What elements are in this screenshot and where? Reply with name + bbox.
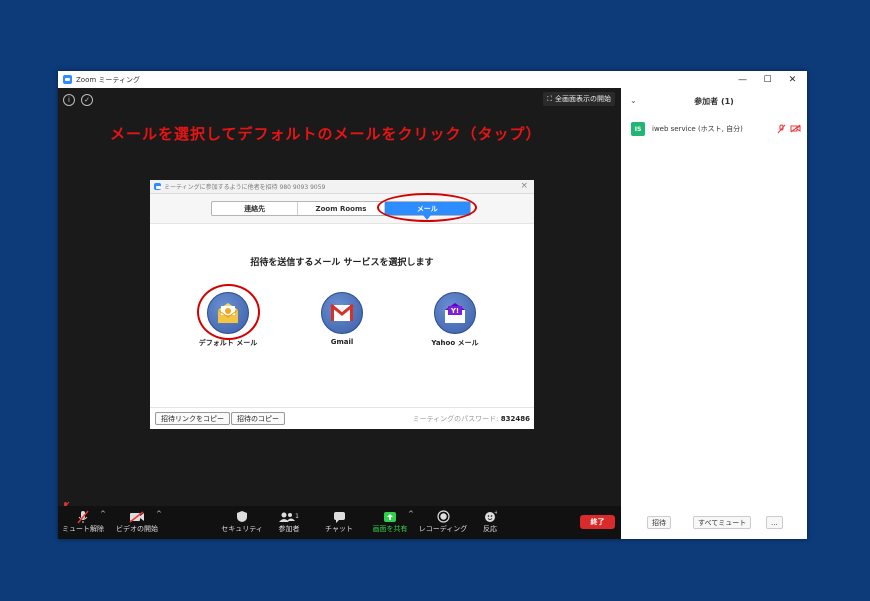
start-video-label: ビデオの開始 [116, 525, 158, 533]
audio-options-chevron-icon[interactable]: ^ [100, 510, 106, 518]
dialog-close-icon[interactable]: × [520, 181, 528, 191]
service-prompt: 招待を送信するメール サービスを選択します [250, 258, 434, 268]
participants-header: 参加者 (1) [694, 96, 734, 106]
participant-name: iweb service (ホスト, 自分) [652, 125, 743, 133]
record-button[interactable]: レコーディング [418, 509, 468, 537]
instruction-annotation: メールを選択してデフォルトのメールをクリック（タップ） [110, 125, 542, 143]
chat-button[interactable]: チャット [324, 509, 354, 537]
participant-row[interactable]: IS iweb service (ホスト, 自分) [631, 122, 801, 136]
reaction-icon: + [484, 509, 497, 524]
shield-icon [236, 509, 248, 524]
svg-text:+: + [494, 510, 497, 516]
participant-status-icons [777, 124, 801, 134]
highlight-ring-default-mail [197, 284, 260, 340]
yahoo-mail-option[interactable]: Y! Yahoo メール [415, 292, 495, 348]
fullscreen-icon: ⛶ [547, 94, 552, 103]
fullscreen-button[interactable]: ⛶ 全画面表示の開始 [543, 92, 615, 106]
security-button[interactable]: セキュリティ [221, 509, 263, 537]
record-icon [436, 509, 450, 524]
gmail-icon [321, 292, 363, 334]
participants-label: 参加者 [278, 525, 300, 533]
record-label: レコーディング [418, 525, 468, 533]
share-options-chevron-icon[interactable]: ^ [408, 510, 414, 518]
password-value: 832486 [500, 415, 530, 423]
fullscreen-label: 全画面表示の開始 [555, 95, 611, 103]
password-label: ミーティングのパスワード: [412, 415, 499, 423]
chat-label: チャット [325, 525, 353, 533]
video-off-icon [129, 509, 145, 524]
zoom-window: Zoom ミーティング — ☐ ✕ i ✓ ⛶ 全画面表示の開始 メールを選択し… [58, 71, 807, 539]
copy-invitation-button[interactable]: 招待のコピー [231, 412, 285, 425]
tab-zoom-rooms[interactable]: Zoom Rooms [298, 202, 385, 215]
participant-avatar: IS [631, 122, 645, 136]
window-title: Zoom ミーティング [76, 75, 140, 84]
yahoo-mail-icon: Y! [434, 292, 476, 334]
dialog-tab-bar: 連絡先 Zoom Rooms メール [150, 193, 534, 224]
dialog-title: ミーティングに参加するように他者を招待 980 9093 9059 [164, 184, 326, 191]
minimize-button[interactable]: — [730, 71, 755, 88]
chat-icon [333, 509, 346, 524]
copy-invite-link-button[interactable]: 招待リンクをコピー [155, 412, 230, 425]
participants-button[interactable]: 1 参加者 [274, 509, 304, 537]
invite-button[interactable]: 招待 [647, 516, 671, 529]
mic-muted-icon [777, 124, 786, 134]
encryption-shield-icon[interactable]: ✓ [81, 94, 93, 106]
zoom-logo-icon [154, 183, 161, 190]
security-label: セキュリティ [221, 525, 263, 533]
mute-all-button[interactable]: すべてミュート [693, 516, 752, 529]
gmail-label: Gmail [330, 338, 354, 346]
meeting-area: i ✓ ⛶ 全画面表示の開始 メールを選択してデフォルトのメールをクリック（タッ… [58, 88, 621, 539]
unmute-label: ミュート解除 [62, 525, 104, 533]
dialog-title-bar: ミーティングに参加するように他者を招待 980 9093 9059 × [150, 180, 534, 194]
highlight-ring-email-tab [377, 193, 477, 222]
gmail-option[interactable]: Gmail [302, 292, 382, 346]
video-options-chevron-icon[interactable]: ^ [156, 510, 162, 518]
share-screen-label: 画面を共有 [372, 525, 408, 533]
yahoo-mail-label: Yahoo メール [431, 339, 479, 347]
info-icon[interactable]: i [63, 94, 75, 106]
unmute-button[interactable]: ミュート解除 [62, 509, 104, 537]
invite-dialog: ミーティングに参加するように他者を招待 980 9093 9059 × 連絡先 … [150, 180, 534, 429]
svg-text:Y!: Y! [450, 307, 459, 315]
meeting-password: ミーティングのパスワード: 832486 [413, 414, 530, 424]
mic-muted-icon [76, 509, 90, 524]
meeting-toolbar: ミュート解除 ^ ビデオの開始 ^ セキュリティ 1 参加者 チャット 画面を共… [58, 506, 621, 539]
start-video-button[interactable]: ビデオの開始 [116, 509, 158, 537]
reaction-label: 反応 [483, 525, 497, 533]
end-meeting-button[interactable]: 終了 [580, 515, 615, 529]
tab-contacts[interactable]: 連絡先 [212, 202, 299, 215]
more-options-button[interactable]: ... [766, 516, 783, 529]
share-screen-button[interactable]: 画面を共有 [370, 509, 410, 537]
zoom-logo-icon [63, 75, 72, 84]
participant-count: 1 [295, 513, 299, 520]
close-button[interactable]: ✕ [780, 71, 805, 88]
share-screen-icon [383, 509, 397, 524]
reaction-button[interactable]: + 反応 [478, 509, 502, 537]
video-off-icon [790, 124, 801, 133]
title-bar: Zoom ミーティング — ☐ ✕ [58, 71, 807, 88]
participants-panel: ⌄ 参加者 (1) IS iweb service (ホスト, 自分) 招待 す… [621, 88, 807, 539]
maximize-button[interactable]: ☐ [755, 71, 780, 88]
participants-icon: 1 [279, 509, 299, 524]
dialog-footer: 招待リンクをコピー 招待のコピー ミーティングのパスワード: 832486 [150, 407, 534, 429]
